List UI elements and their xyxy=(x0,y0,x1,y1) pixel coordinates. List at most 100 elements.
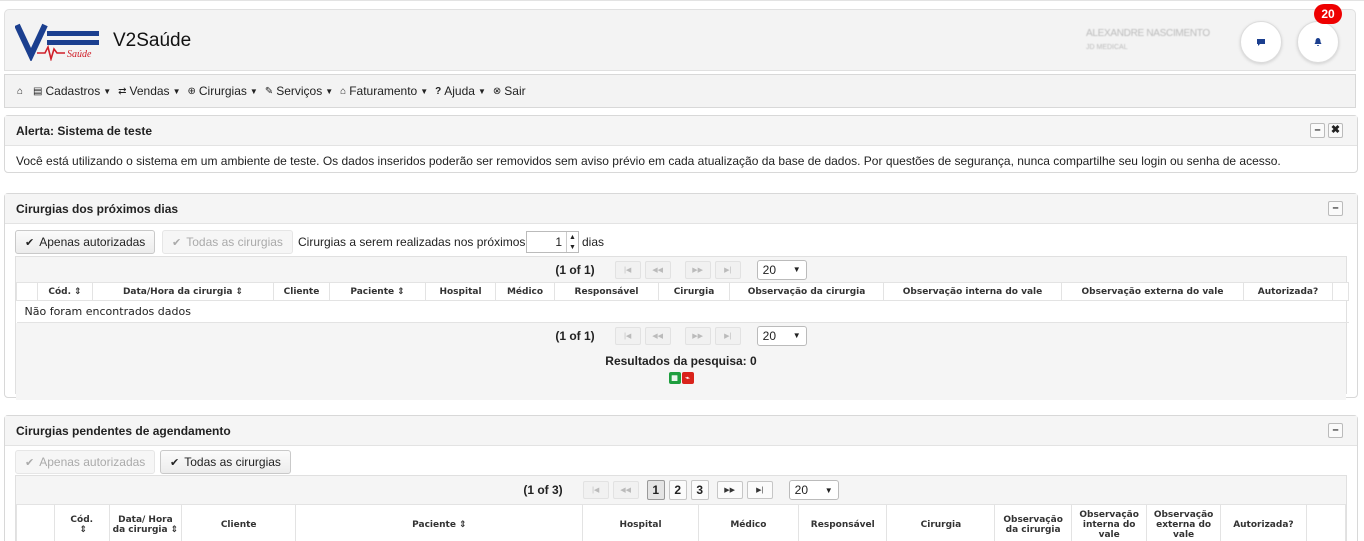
upcoming-table: Cód. ⇕ Data/Hora da cirurgia ⇕ Cliente Pac… xyxy=(16,282,1349,323)
col-obs-interna: Observação interna do vale xyxy=(1070,504,1148,541)
col-medico: Médico xyxy=(495,282,555,301)
authorized-only-button[interactable]: ✔ Apenas autorizadas xyxy=(15,450,156,474)
last-page-button[interactable]: ▶| xyxy=(746,481,773,499)
minimize-button[interactable]: – xyxy=(1310,123,1325,138)
all-surgeries-button[interactable]: ✔ Todas as cirurgias xyxy=(160,450,291,474)
pending-header: Cirurgias pendentes de agendamento – xyxy=(5,416,1357,446)
upcoming-title: Cirurgias dos próximos dias xyxy=(16,201,179,216)
caret-down-icon: ▼ xyxy=(420,86,429,96)
col-paciente[interactable]: Paciente ⇕ xyxy=(295,504,584,541)
top-border xyxy=(0,0,1364,1)
next-page-button[interactable]: ▶▶ xyxy=(684,260,711,279)
page-2-button[interactable]: 2 xyxy=(668,480,687,500)
page-1-button[interactable]: 1 xyxy=(646,480,665,500)
menu-servicos[interactable]: ✎ Serviços ▼ xyxy=(265,84,333,98)
exchange-icon: ⇄ xyxy=(118,85,127,97)
logo-sub: Saúde xyxy=(67,49,92,60)
bank-icon: ⌂ xyxy=(340,85,347,97)
caret-down-icon: ▼ xyxy=(172,86,181,96)
prev-page-button[interactable]: ◀◀ xyxy=(644,326,671,345)
logo[interactable]: Saúde xyxy=(15,21,101,61)
prev-page-button[interactable]: ◀◀ xyxy=(644,260,671,279)
col-cod[interactable]: Cód. ⇕ xyxy=(53,504,110,541)
check-icon: ✔ xyxy=(170,456,180,469)
notifications-button[interactable] xyxy=(1297,21,1339,63)
user-name: ALEXANDRE NASCIMENTO xyxy=(1086,28,1210,39)
col-hospital: Hospital xyxy=(425,282,496,301)
last-page-button[interactable]: ▶| xyxy=(714,260,741,279)
col-cliente: Cliente xyxy=(181,504,297,541)
table-header-row: Cód. ⇕ Data/Hora da cirurgia ⇕ Cliente Pac… xyxy=(16,282,1349,301)
check-icon: ✔ xyxy=(172,236,182,249)
col-cirurgia: Cirurgia xyxy=(886,504,996,541)
upcoming-header: Cirurgias dos próximos dias – xyxy=(5,194,1357,224)
pending-title: Cirurgias pendentes de agendamento xyxy=(16,423,231,438)
pdf-export-icon[interactable]: ⌁ xyxy=(681,372,694,384)
col-obs-interna: Observação interna do vale xyxy=(883,282,1062,301)
days-spinner[interactable]: 1 ▲ ▼ xyxy=(526,231,579,253)
col-expander xyxy=(16,504,55,541)
pending-table: Cód. ⇕ Data/ Hora da cirurgia ⇕ Cliente Pa… xyxy=(16,504,1346,541)
alert-title: Alerta: Sistema de teste xyxy=(16,123,153,138)
minimize-button[interactable]: – xyxy=(1328,423,1343,438)
close-circle-icon: ⊗ xyxy=(492,85,502,97)
col-datetime[interactable]: Data/ Hora da cirurgia ⇕ xyxy=(108,504,183,541)
col-paciente[interactable]: Paciente ⇕ xyxy=(329,282,426,301)
menu-vendas[interactable]: ⇄ Vendas ▼ xyxy=(118,84,180,98)
upcoming-grid: (1 of 1) |◀ ◀◀ ▶▶ ▶| 20 ▼ Cód. ⇕ Data/Hora… xyxy=(15,256,1349,400)
chat-button[interactable] xyxy=(1240,21,1282,63)
all-surgeries-button[interactable]: ✔ Todas as cirurgias xyxy=(162,230,293,254)
menu-cadastros[interactable]: ▤ Cadastros ▼ xyxy=(33,84,111,98)
results-count: Resultados da pesquisa: 0 xyxy=(605,354,757,368)
last-page-button[interactable]: ▶| xyxy=(714,326,741,345)
sort-icon: ⇕ xyxy=(79,524,88,535)
spin-up-icon[interactable]: ▲ xyxy=(569,234,576,241)
col-datetime[interactable]: Data/Hora da cirurgia ⇕ xyxy=(92,282,274,301)
table-row: Não foram encontrados dados xyxy=(16,300,1349,323)
results-footer: Resultados da pesquisa: 0 ▦ ⌁ xyxy=(16,348,1346,400)
menu-faturamento[interactable]: ⌂ Faturamento ▼ xyxy=(340,84,428,98)
plus-circle-icon: ⊕ xyxy=(187,85,196,97)
days-label: Cirurgias a serem realizadas nos próximo… xyxy=(298,235,526,249)
excel-export-icon[interactable]: ▦ xyxy=(668,372,681,384)
first-page-button[interactable]: |◀ xyxy=(582,481,609,499)
wrench-icon: ✎ xyxy=(264,85,274,97)
next-page-button[interactable]: ▶▶ xyxy=(684,326,711,345)
chat-icon xyxy=(1257,38,1265,46)
col-extra xyxy=(1306,504,1346,541)
page-3-button[interactable]: 3 xyxy=(690,480,709,500)
close-button[interactable]: ✖ xyxy=(1328,123,1343,138)
minimize-button[interactable]: – xyxy=(1328,201,1343,216)
rows-per-page-select[interactable]: 20 ▼ xyxy=(756,259,807,280)
sort-icon: ⇕ xyxy=(458,519,467,530)
authorized-only-button[interactable]: ✔ Apenas autorizadas xyxy=(15,230,156,254)
col-obs-cirurgia: Observação da cirurgia xyxy=(994,504,1072,541)
check-icon: ✔ xyxy=(25,456,35,469)
first-page-button[interactable]: |◀ xyxy=(614,260,641,279)
pending-surgeries-panel: Cirurgias pendentes de agendamento – ✔ Ap… xyxy=(4,415,1358,541)
app-header: Saúde V2Saúde ALEXANDRE NASCIMENTO JD ME… xyxy=(4,9,1356,71)
col-responsavel: Responsável xyxy=(798,504,888,541)
col-expander xyxy=(16,282,38,301)
chevron-down-icon: ▼ xyxy=(824,485,833,495)
menu-home[interactable]: ⌂ xyxy=(17,86,26,97)
col-cod[interactable]: Cód. ⇕ xyxy=(37,282,93,301)
alert-message: Você está utilizando o sistema em um amb… xyxy=(16,154,1281,168)
menu-ajuda[interactable]: ? Ajuda ▼ xyxy=(435,84,486,98)
main-menu: ⌂ ▤ Cadastros ▼ ⇄ Vendas ▼ ⊕ Cirurgias ▼ ✎ Serv… xyxy=(4,74,1356,108)
rows-per-page-select[interactable]: 20 ▼ xyxy=(756,325,807,346)
spin-down-icon[interactable]: ▼ xyxy=(569,244,576,251)
col-cirurgia: Cirurgia xyxy=(658,282,730,301)
prev-page-button[interactable]: ◀◀ xyxy=(612,481,639,499)
menu-cirurgias[interactable]: ⊕ Cirurgias ▼ xyxy=(187,84,257,98)
chevron-down-icon: ▼ xyxy=(792,331,801,340)
col-medico: Médico xyxy=(697,504,800,541)
menu-sair[interactable]: ⊗ Sair xyxy=(493,84,526,98)
col-cliente: Cliente xyxy=(273,282,330,301)
first-page-button[interactable]: |◀ xyxy=(614,326,641,345)
next-page-button[interactable]: ▶▶ xyxy=(716,481,743,499)
caret-down-icon: ▼ xyxy=(325,86,334,96)
sort-icon: ⇕ xyxy=(235,286,244,297)
rows-per-page-select[interactable]: 20 ▼ xyxy=(788,480,839,500)
col-extra xyxy=(1332,282,1349,301)
